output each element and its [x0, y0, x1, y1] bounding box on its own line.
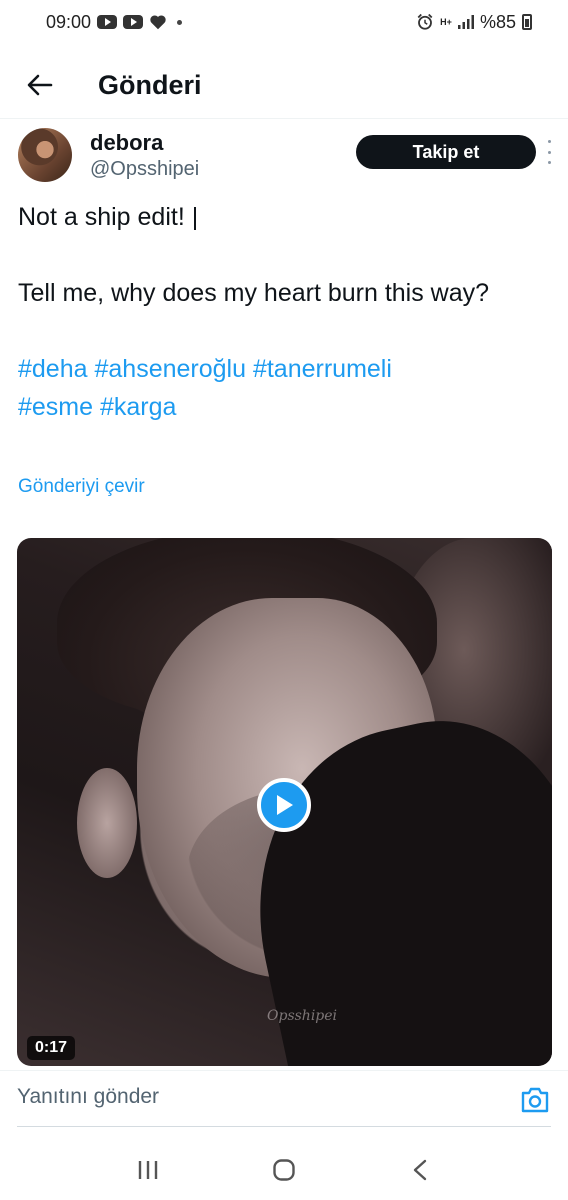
alarm-icon	[416, 13, 434, 31]
status-bar: 09:00 H+ %85	[0, 0, 568, 44]
signal-icon	[457, 15, 474, 29]
battery-icon	[522, 14, 532, 30]
recents-icon	[138, 1161, 158, 1179]
reply-bar: Yanıtını gönder	[0, 1070, 568, 1129]
hashtag-link[interactable]: #esme	[18, 393, 93, 421]
status-left: 09:00	[46, 11, 183, 33]
hashtag-link[interactable]: #karga	[100, 393, 176, 421]
back-icon	[413, 1159, 427, 1181]
camera-icon	[521, 1087, 549, 1113]
tweet-line: Not a ship edit! |	[18, 203, 199, 231]
youtube-notification-icon	[97, 15, 118, 29]
camera-button[interactable]	[520, 1087, 550, 1115]
youtube-notification-icon	[123, 15, 144, 29]
home-button[interactable]	[264, 1150, 304, 1190]
app-header: Gönderi	[0, 52, 568, 119]
nav-back-button[interactable]	[400, 1150, 440, 1190]
video-duration: 0:17	[27, 1036, 76, 1060]
tweet-line: Tell me, why does my heart burn this way…	[18, 279, 490, 307]
recents-button[interactable]	[128, 1150, 168, 1190]
follow-button[interactable]: Takip et	[356, 135, 536, 169]
network-type-icon: H+	[440, 16, 452, 27]
home-icon	[273, 1159, 295, 1181]
arrow-left-icon	[27, 74, 53, 96]
heart-notification-icon	[149, 14, 167, 30]
translate-post-link[interactable]: Gönderiyi çevir	[18, 476, 145, 498]
more-vertical-icon-dot	[547, 150, 551, 154]
status-time: 09:00	[46, 11, 92, 32]
hashtags: #deha #ahseneroğlu #tanerrumeli #esme #k…	[18, 350, 532, 426]
more-vertical-icon	[547, 140, 551, 143]
more-options-button[interactable]	[542, 140, 556, 164]
avatar[interactable]	[18, 128, 72, 182]
more-notifications-dot-icon	[177, 19, 183, 25]
video-frame-figure	[77, 768, 137, 878]
battery-percent: %85	[479, 11, 516, 32]
back-button[interactable]	[20, 65, 60, 105]
hashtag-link[interactable]: #ahseneroğlu	[94, 355, 246, 383]
status-right: H+ %85	[416, 12, 532, 33]
tweet-author: debora @Opsshipei Takip et	[18, 128, 551, 188]
page-title: Gönderi	[98, 69, 202, 100]
reply-input[interactable]: Yanıtını gönder	[17, 1085, 159, 1109]
hashtag-link[interactable]: #deha	[18, 355, 88, 383]
author-handle[interactable]: @Opsshipei	[90, 158, 199, 181]
reply-underline	[17, 1126, 551, 1127]
video-player[interactable]: Opsshipei 0:17	[17, 538, 552, 1066]
hashtag-link[interactable]: #tanerrumeli	[253, 355, 392, 383]
more-vertical-icon-dot	[547, 161, 551, 164]
play-button[interactable]	[257, 778, 311, 832]
system-nav-bar	[0, 1140, 568, 1200]
author-name[interactable]: debora	[90, 130, 163, 156]
video-watermark: Opsshipei	[267, 1008, 338, 1024]
play-icon	[277, 795, 293, 815]
tweet-text: Not a ship edit! | Tell me, why does my …	[18, 198, 532, 426]
